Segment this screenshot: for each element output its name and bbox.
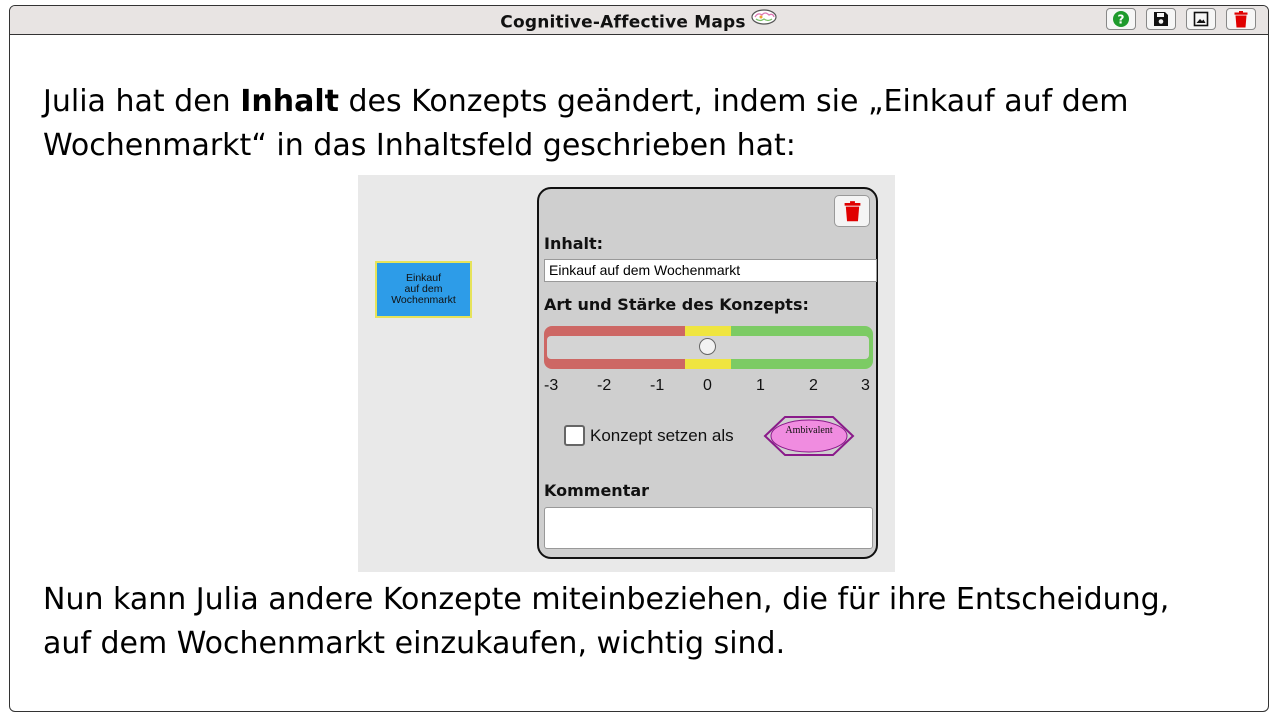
help-button[interactable]: ? <box>1106 8 1136 30</box>
app-title: Cognitive-Affective Maps <box>10 8 1268 34</box>
tick-label: 0 <box>703 377 712 394</box>
image-icon <box>1193 11 1209 27</box>
ambivalent-checkbox[interactable] <box>564 425 585 446</box>
tick-label: 2 <box>809 377 818 394</box>
trash-icon <box>1234 10 1248 27</box>
tick-label: -3 <box>544 377 559 394</box>
tick-label: -1 <box>650 377 665 394</box>
ambivalent-label: Ambivalent <box>785 425 832 436</box>
content-label: Inhalt: <box>544 234 604 253</box>
ambivalent-shape: Ambivalent <box>763 415 855 457</box>
tick-label: -2 <box>597 377 612 394</box>
content-input[interactable]: Einkauf auf dem Wochenmarkt <box>544 259 877 282</box>
image-button[interactable] <box>1186 8 1216 30</box>
paragraph-2-line-2: auf dem Wochenmarkt einzukaufen, wichtig… <box>43 626 786 661</box>
question-circle-icon: ? <box>1113 11 1129 27</box>
delete-button[interactable] <box>1226 8 1256 30</box>
embedded-screenshot: Einkauf auf dem Wochenmarkt Inhalt: Eink… <box>358 175 895 572</box>
trash-icon <box>844 200 860 221</box>
tick-label: 3 <box>861 377 870 394</box>
app-title-text: Cognitive-Affective Maps <box>500 12 746 33</box>
concept-edit-panel: Inhalt: Einkauf auf dem Wochenmarkt Art … <box>537 187 878 559</box>
svg-text:?: ? <box>1118 13 1125 27</box>
panel-delete-button[interactable] <box>834 195 870 227</box>
floppy-disk-icon <box>1154 12 1168 26</box>
concept-node[interactable]: Einkauf auf dem Wochenmarkt <box>375 261 472 318</box>
type-strength-label: Art und Stärke des Konzepts: <box>544 295 809 314</box>
save-button[interactable] <box>1146 8 1176 30</box>
title-bar: Cognitive-Affective Maps ? <box>10 6 1268 35</box>
comment-textarea[interactable] <box>544 507 873 549</box>
paragraph-1: Julia hat den Inhalt des Konzepts geände… <box>43 80 1243 168</box>
app-window: Cognitive-Affective Maps ? Julia hat den… <box>9 5 1269 712</box>
brain-icon <box>750 8 778 31</box>
ambivalent-checkbox-label: Konzept setzen als <box>590 426 734 445</box>
slider-thumb[interactable] <box>699 338 716 355</box>
bold-word: Inhalt <box>240 84 339 119</box>
paragraph-1-line-2: Wochenmarkt“ in das Inhaltsfeld geschrie… <box>43 128 796 163</box>
valence-slider[interactable] <box>544 326 873 369</box>
paragraph-1-line-1: Julia hat den Inhalt des Konzepts geände… <box>43 84 1129 119</box>
tick-label: 1 <box>756 377 765 394</box>
comment-label: Kommentar <box>544 481 650 500</box>
paragraph-2-line-1: Nun kann Julia andere Konzepte miteinbez… <box>43 582 1170 617</box>
paragraph-2: Nun kann Julia andere Konzepte miteinbez… <box>43 578 1243 666</box>
